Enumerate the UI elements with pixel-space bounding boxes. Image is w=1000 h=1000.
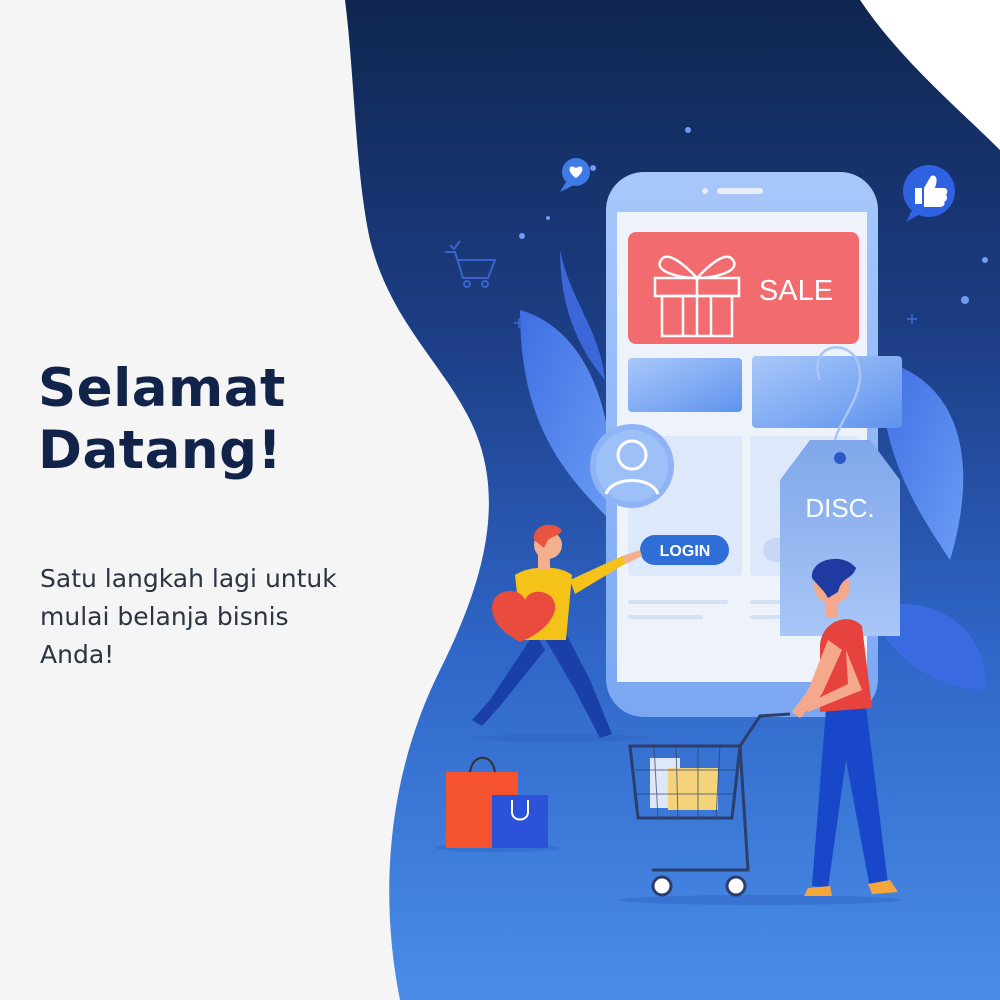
discount-label: DISC.	[805, 493, 874, 523]
login-button[interactable]: LOGIN	[640, 535, 729, 565]
sale-label: SALE	[759, 275, 833, 307]
login-label: LOGIN	[660, 543, 711, 560]
heading-line1: Selamat	[38, 358, 286, 419]
subheading-line2: mulai belanja bisnis	[40, 602, 289, 631]
heading-line2: Datang!	[38, 420, 283, 481]
welcome-subheading: Satu langkah lagi untuk mulai belanja bi…	[40, 560, 410, 674]
subheading-line1: Satu langkah lagi untuk	[40, 564, 337, 593]
subheading-line3: Anda!	[40, 640, 115, 669]
welcome-heading: Selamat Datang!	[38, 358, 368, 482]
user-icon	[590, 424, 674, 508]
welcome-illustration: SALE LOGIN DISC.	[345, 0, 1000, 1000]
